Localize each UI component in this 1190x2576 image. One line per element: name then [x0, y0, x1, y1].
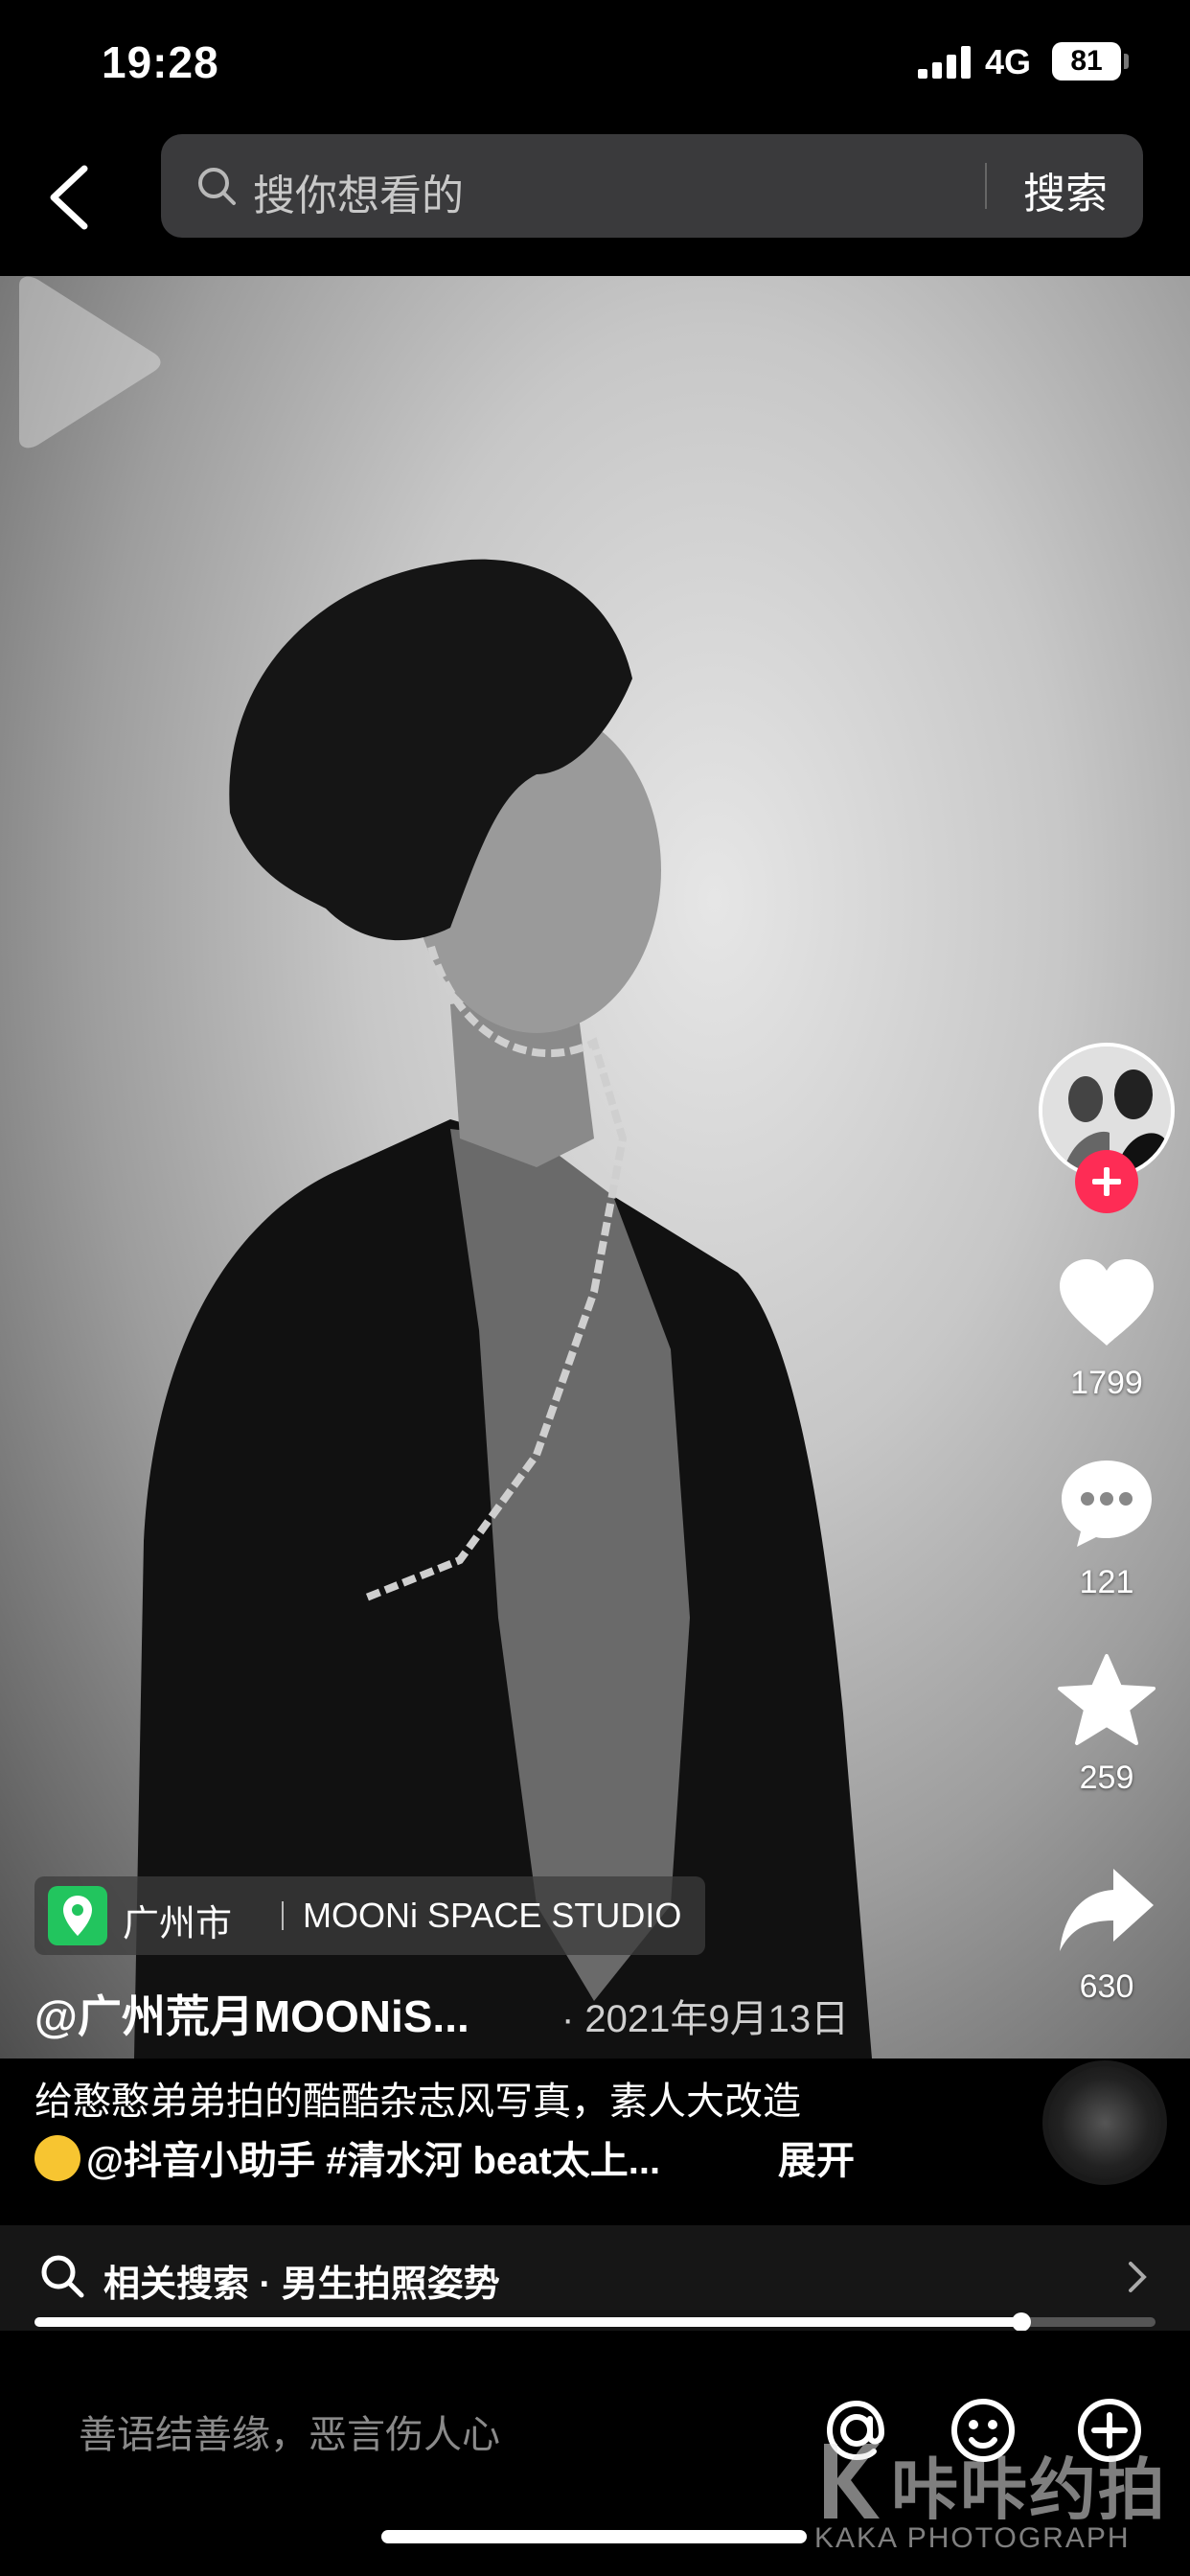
- expand-link[interactable]: 展开: [778, 2129, 855, 2185]
- location-city: 广州市: [123, 1904, 233, 1944]
- watermark-subtitle: KAKA PHOTOGRAPH: [814, 2522, 1131, 2554]
- play-icon[interactable]: [0, 276, 163, 448]
- kaka-logo-icon: [824, 2444, 880, 2518]
- search-icon: [198, 168, 236, 205]
- back-icon[interactable]: [38, 159, 102, 236]
- location-tag[interactable]: 广州市 MOONi SPACE STUDIO: [34, 1876, 705, 1955]
- chevron-right-icon: [1129, 2262, 1147, 2292]
- video-progress-bar[interactable]: [34, 2312, 1156, 2332]
- location-divider: [282, 1901, 284, 1930]
- search-icon: [41, 2255, 84, 2298]
- home-indicator[interactable]: [381, 2530, 807, 2543]
- video-frame: [134, 559, 872, 2058]
- comment-input[interactable]: 善语结善缘，恶言伤人心: [79, 2404, 500, 2459]
- related-search-text[interactable]: 相关搜索 · 男生拍照姿势: [103, 2254, 500, 2307]
- comment-bar: 善语结善缘，恶言伤人心 咔咔约拍 KAKA PHOTOGRAPH: [0, 2331, 1190, 2576]
- search-divider: [985, 163, 987, 209]
- search-button[interactable]: 搜索: [1023, 159, 1108, 220]
- grin-emoji-icon: [34, 2135, 80, 2181]
- caption-text: 给憨憨弟弟拍的酷酷杂志风写真，素人大改造: [34, 2081, 801, 2123]
- watermark-brand: 咔咔约拍: [891, 2452, 1167, 2527]
- watermark: 咔咔约拍 KAKA PHOTOGRAPH: [814, 2436, 1179, 2570]
- progress-thumb[interactable]: [1011, 2312, 1031, 2332]
- author-name[interactable]: @广州荒月MOONiS...: [34, 1982, 469, 2045]
- location-pin-icon: [48, 1886, 107, 1945]
- battery-icon: 81: [1052, 42, 1129, 80]
- signal-icon: [918, 46, 971, 79]
- network-type: 4G: [985, 42, 1032, 81]
- like-count: 1799: [1070, 1365, 1143, 1401]
- music-disc-icon[interactable]: [1042, 2060, 1167, 2185]
- progress-fill: [34, 2317, 1021, 2327]
- favorite-count: 259: [1079, 1760, 1134, 1796]
- follow-button[interactable]: [1075, 1150, 1138, 1213]
- search-bar[interactable]: 搜你想看的 搜索: [161, 134, 1143, 238]
- comment-icon[interactable]: [1054, 1455, 1159, 1551]
- star-icon[interactable]: [1054, 1652, 1159, 1748]
- video-player[interactable]: [0, 276, 1190, 2058]
- header: 搜你想看的 搜索: [0, 134, 1190, 276]
- post-date: · 2021年9月13日: [561, 1998, 850, 2040]
- status-bar: 19:28 4G 81: [0, 0, 1190, 134]
- search-input[interactable]: 搜你想看的: [253, 161, 464, 222]
- share-count: 630: [1079, 1968, 1134, 2005]
- related-search-bar[interactable]: 相关搜索 · 男生拍照姿势: [0, 2225, 1190, 2331]
- comment-count: 121: [1079, 1564, 1134, 1600]
- caption-tags-text[interactable]: @抖音小助手 #清水河 beat太上...: [86, 2140, 660, 2182]
- heart-icon[interactable]: [1054, 1255, 1159, 1351]
- status-time: 19:28: [102, 37, 219, 87]
- location-studio: MOONi SPACE STUDIO: [303, 1896, 682, 1935]
- share-icon[interactable]: [1054, 1863, 1159, 1959]
- caption-tags: @抖音小助手 #清水河 beat太上...: [34, 2129, 660, 2185]
